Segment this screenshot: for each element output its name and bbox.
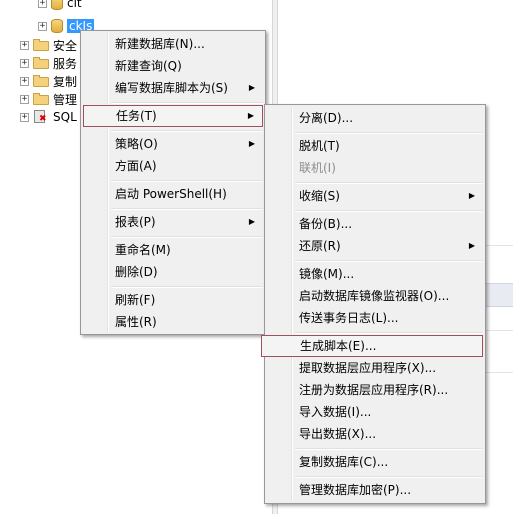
tree-node-label: 安全 (53, 38, 78, 53)
tree-node-management[interactable]: + 管理 (20, 90, 77, 108)
menu-separator (295, 260, 483, 262)
database-icon (51, 0, 63, 10)
menu-item-properties[interactable]: 属性(R) (83, 311, 263, 333)
menu-separator (111, 102, 263, 104)
expand-icon[interactable]: + (38, 21, 47, 31)
menu-item-export-data[interactable]: 导出数据(X)... (267, 423, 483, 445)
menu-separator (111, 208, 263, 210)
menu-separator (295, 132, 483, 134)
menu-item-register-data-tier-app[interactable]: 注册为数据层应用程序(R)... (267, 379, 483, 401)
menu-item-back-up[interactable]: 备份(B)... (267, 213, 483, 235)
menu-item-facets[interactable]: 方面(A) (83, 155, 263, 177)
expand-icon[interactable]: + (38, 0, 47, 8)
menu-item-generate-scripts[interactable]: 生成脚本(E)... (261, 335, 483, 357)
tree-node-label: 复制 (53, 74, 78, 89)
tree-node-security[interactable]: + 安全 (20, 36, 77, 54)
menu-item-ship-transaction-logs[interactable]: 传送事务日志(L)... (267, 307, 483, 329)
menu-separator (295, 332, 483, 334)
menu-item-new-database[interactable]: 新建数据库(N)... (83, 33, 263, 55)
submenu-arrow-icon: ▶ (247, 111, 254, 120)
folder-icon (33, 75, 49, 87)
menu-item-delete[interactable]: 删除(D) (83, 261, 263, 283)
menu-separator (111, 180, 263, 182)
menu-item-launch-mirror-monitor[interactable]: 启动数据库镜像监视器(O)... (267, 285, 483, 307)
menu-item-restore[interactable]: 还原(R) ▶ (267, 235, 483, 257)
menu-separator (295, 182, 483, 184)
menu-item-manage-db-encryption[interactable]: 管理数据库加密(P)... (267, 479, 483, 501)
database-icon (51, 19, 63, 33)
tree-node-label: 管理 (53, 92, 78, 107)
menu-separator (111, 130, 263, 132)
sql-agent-icon (33, 110, 49, 124)
expand-icon[interactable]: + (20, 40, 29, 50)
submenu-arrow-icon: ▶ (468, 241, 475, 250)
tree-node-label: SQL (53, 110, 77, 124)
menu-item-shrink[interactable]: 收缩(S) ▶ (267, 185, 483, 207)
menu-item-rename[interactable]: 重命名(M) (83, 239, 263, 261)
folder-icon (33, 39, 49, 51)
menu-item-new-query[interactable]: 新建查询(Q) (83, 55, 263, 77)
submenu-arrow-icon: ▶ (248, 217, 255, 226)
menu-item-take-offline[interactable]: 脱机(T) (267, 135, 483, 157)
menu-item-import-data[interactable]: 导入数据(I)... (267, 401, 483, 423)
submenu-arrow-icon: ▶ (248, 139, 255, 148)
menu-item-mirror[interactable]: 镜像(M)... (267, 263, 483, 285)
tree-node-sql-agent[interactable]: + SQL (20, 108, 77, 126)
menu-item-tasks[interactable]: 任务(T) ▶ (83, 105, 263, 127)
menu-separator (111, 286, 263, 288)
menu-item-reports[interactable]: 报表(P) ▶ (83, 211, 263, 233)
tree-node-label: cit (67, 0, 82, 10)
folder-icon (33, 57, 49, 69)
submenu-arrow-icon: ▶ (468, 191, 475, 200)
menu-separator (295, 448, 483, 450)
tree-node-replication[interactable]: + 复制 (20, 72, 77, 90)
menu-separator (111, 236, 263, 238)
menu-separator (295, 210, 483, 212)
menu-item-refresh[interactable]: 刷新(F) (83, 289, 263, 311)
folder-icon (33, 93, 49, 105)
tree-node-server-objects[interactable]: + 服务 (20, 54, 77, 72)
menu-item-extract-data-tier-app[interactable]: 提取数据层应用程序(X)... (267, 357, 483, 379)
tasks-submenu: 分离(D)... 脱机(T) 联机(I) 收缩(S) ▶ 备份(B)... 还原(… (261, 104, 486, 504)
menu-item-detach[interactable]: 分离(D)... (267, 107, 483, 129)
menu-item-policies[interactable]: 策略(O) ▶ (83, 133, 263, 155)
menu-item-bring-online: 联机(I) (299, 161, 336, 175)
expand-icon[interactable]: + (20, 94, 29, 104)
tree-node-partial[interactable]: + cit (38, 0, 82, 12)
tree-node-label: 服务 (53, 56, 78, 71)
menu-item-copy-database[interactable]: 复制数据库(C)... (267, 451, 483, 473)
menu-separator (295, 476, 483, 478)
context-menu: 新建数据库(N)... 新建查询(Q) 编写数据库脚本为(S) ▶ 任务(T) ▶ … (80, 30, 266, 335)
expand-icon[interactable]: + (20, 58, 29, 68)
menu-item-start-powershell[interactable]: 启动 PowerShell(H) (83, 183, 263, 205)
menu-item-script-database-as[interactable]: 编写数据库脚本为(S) ▶ (83, 77, 263, 99)
expand-icon[interactable]: + (20, 76, 29, 86)
submenu-arrow-icon: ▶ (248, 83, 255, 92)
expand-icon[interactable]: + (20, 112, 29, 122)
